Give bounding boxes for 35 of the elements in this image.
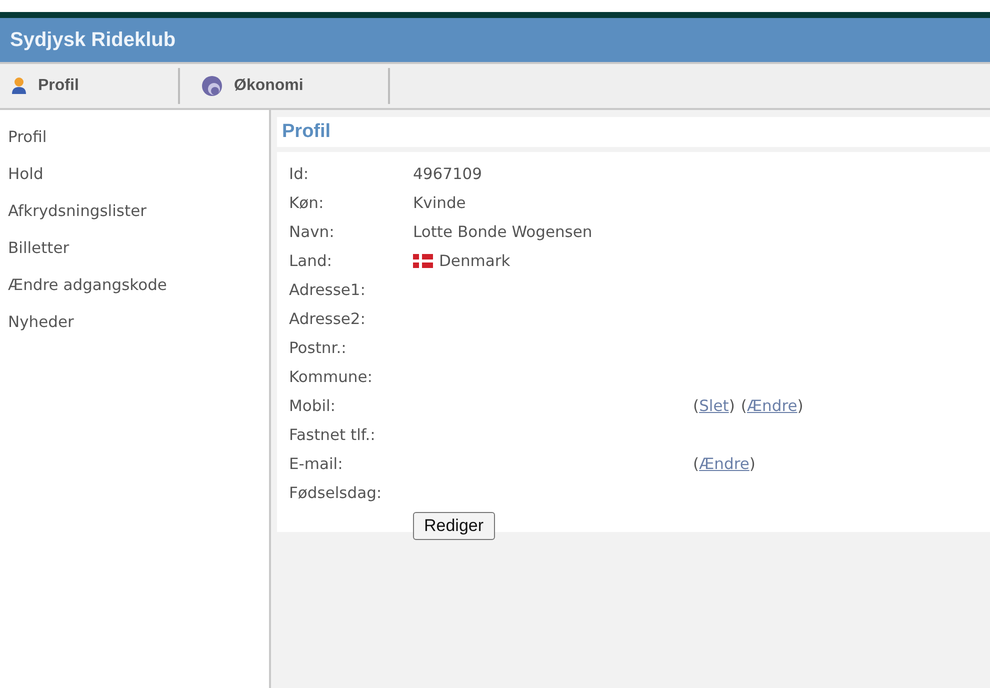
field-label: Adresse2: bbox=[289, 309, 367, 330]
field-value: Lotte Bonde Wogensen bbox=[413, 223, 592, 241]
field-value: 4967109 bbox=[413, 165, 482, 183]
tab[interactable]: Økonomi bbox=[180, 68, 390, 104]
field-label: Fødselsdag: bbox=[289, 483, 383, 504]
tab[interactable]: Profil bbox=[0, 68, 180, 104]
field-label: Navn: bbox=[289, 222, 336, 243]
action-link[interactable]: Ændre bbox=[746, 397, 798, 415]
action-text: (Ændre) bbox=[740, 397, 804, 415]
field-value: Kvinde bbox=[413, 194, 466, 212]
field-label: Fastnet tlf.: bbox=[289, 425, 376, 446]
field-label: Postnr.: bbox=[289, 338, 348, 359]
sidebar-item[interactable]: Ændre adgangskode bbox=[0, 274, 269, 297]
action-link[interactable]: Slet bbox=[699, 397, 729, 415]
section-title: Profil bbox=[282, 121, 331, 143]
sidebar-item[interactable]: Nyheder bbox=[0, 311, 269, 334]
person-icon bbox=[12, 77, 26, 95]
action-text: (Slet) bbox=[693, 397, 735, 415]
sidebar-item[interactable]: Hold bbox=[0, 163, 269, 186]
action-link[interactable]: Ændre bbox=[699, 455, 750, 473]
edit-button[interactable]: Rediger bbox=[413, 512, 495, 540]
field-value: Denmark bbox=[439, 252, 510, 270]
sidebar-item[interactable]: Afkrydsningslister bbox=[0, 200, 269, 223]
field-label: Adresse1: bbox=[289, 280, 367, 301]
site-title: Sydjysk Rideklub bbox=[10, 28, 176, 52]
field-label: E-mail: bbox=[289, 454, 344, 475]
field-label: Kommune: bbox=[289, 367, 374, 388]
field-label: Id: bbox=[289, 164, 310, 185]
field-label: Mobil: bbox=[289, 396, 337, 417]
swirl-icon bbox=[202, 76, 222, 96]
sidebar-item[interactable]: Profil bbox=[0, 126, 269, 149]
sidebar-item[interactable]: Billetter bbox=[0, 237, 269, 260]
field-label: Land: bbox=[289, 251, 334, 272]
action-text: (Ændre) bbox=[693, 455, 756, 473]
field-label: Køn: bbox=[289, 193, 325, 214]
